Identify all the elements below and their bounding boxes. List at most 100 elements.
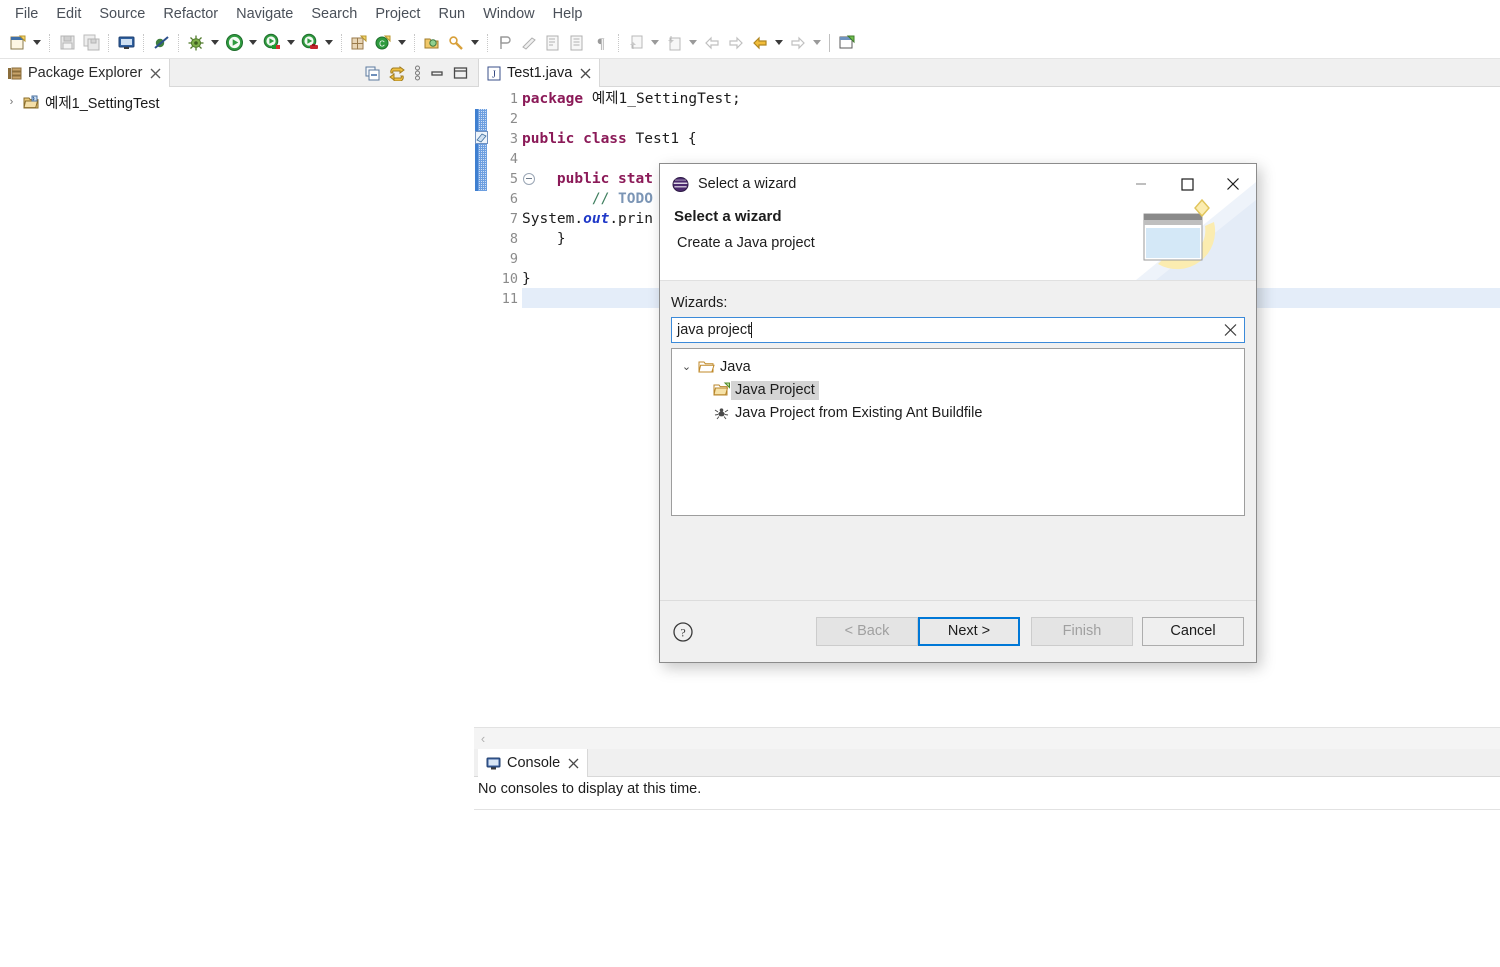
line-number: 7 xyxy=(509,211,518,227)
navigate-back-dropdown-icon[interactable] xyxy=(772,31,786,55)
code-line: public class Test1 { xyxy=(522,131,697,147)
tree-item-java[interactable]: ⌄ Java xyxy=(672,355,1244,378)
skip-breakpoints-icon[interactable] xyxy=(149,31,173,55)
close-icon[interactable] xyxy=(580,68,591,79)
tree-item-java-project[interactable]: Java Project xyxy=(672,378,1244,401)
debug-icon[interactable] xyxy=(184,31,208,55)
collapse-all-icon[interactable] xyxy=(365,66,380,81)
search-dropdown-icon[interactable] xyxy=(468,31,482,55)
new-wizard-dropdown-icon[interactable] xyxy=(30,31,44,55)
package-explorer-view: Package Explorer › 예제1_SettingTest xyxy=(0,59,474,967)
code-line: public stat xyxy=(556,171,653,187)
run-last-dropdown-icon[interactable] xyxy=(322,31,336,55)
chevron-right-icon[interactable]: › xyxy=(5,96,18,109)
menu-project[interactable]: Project xyxy=(366,2,429,26)
coverage-icon[interactable] xyxy=(260,31,284,55)
wizards-label: Wizards: xyxy=(671,295,728,311)
cancel-button[interactable]: Cancel xyxy=(1142,617,1244,646)
console-icon xyxy=(486,756,501,771)
list-item[interactable]: › 예제1_SettingTest xyxy=(0,91,474,113)
toolbar-separator xyxy=(341,33,342,52)
minimize-icon[interactable] xyxy=(430,66,444,80)
wizard-search-input[interactable]: java project xyxy=(671,317,1245,343)
console-message: No consoles to display at this time. xyxy=(478,781,702,797)
menu-file[interactable]: File xyxy=(6,2,47,26)
toolbar-separator xyxy=(829,33,830,52)
dialog-buttons: < Back Next > Finish Cancel xyxy=(816,617,1244,646)
package-explorer-icon xyxy=(7,66,22,81)
debug-dropdown-icon[interactable] xyxy=(208,31,222,55)
run-icon[interactable] xyxy=(222,31,246,55)
menu-run[interactable]: Run xyxy=(429,2,474,26)
occurrence-marker xyxy=(478,109,487,191)
line-number: 9 xyxy=(509,251,518,267)
open-perspective-icon[interactable] xyxy=(835,31,859,55)
run-last-tool-icon[interactable] xyxy=(298,31,322,55)
open-type-icon[interactable] xyxy=(420,31,444,55)
menu-navigate[interactable]: Navigate xyxy=(227,2,302,26)
search-icon[interactable] xyxy=(444,31,468,55)
line-number-ruler: 1 2 3 4 5 6 7 8 9 10 11 xyxy=(488,87,522,727)
main-toolbar: C ¶ xyxy=(0,27,1500,59)
toolbar-separator xyxy=(143,33,144,52)
package-explorer-toolbar xyxy=(365,59,468,87)
scroll-left-icon[interactable]: ‹ xyxy=(474,731,492,746)
editor-tab-label: Test1.java xyxy=(507,65,573,81)
coverage-dropdown-icon[interactable] xyxy=(284,31,298,55)
view-menu-icon[interactable] xyxy=(414,65,421,81)
todo-task-marker-icon[interactable] xyxy=(475,131,488,144)
package-explorer-tab-label: Package Explorer xyxy=(28,65,143,81)
svg-text:J: J xyxy=(492,69,496,80)
close-icon[interactable] xyxy=(568,758,579,769)
navigate-back-icon[interactable] xyxy=(748,31,772,55)
new-java-class-icon[interactable]: C xyxy=(371,31,395,55)
line-number: 3 xyxy=(509,131,518,147)
menu-window[interactable]: Window xyxy=(474,2,544,26)
tab-package-explorer[interactable]: Package Explorer xyxy=(0,59,171,87)
annotation-ruler[interactable] xyxy=(474,87,488,727)
editor-horizontal-scrollbar[interactable]: ‹ xyxy=(474,727,1500,749)
new-java-class-dropdown-icon[interactable] xyxy=(395,31,409,55)
menu-help[interactable]: Help xyxy=(544,2,592,26)
menu-search[interactable]: Search xyxy=(302,2,366,26)
tab-test1-java[interactable]: J Test1.java xyxy=(478,59,601,87)
tree-item-label: Java Project xyxy=(731,380,819,400)
maximize-icon[interactable] xyxy=(453,66,468,80)
tab-console[interactable]: Console xyxy=(478,749,589,777)
menu-refactor[interactable]: Refactor xyxy=(154,2,227,26)
pilcrow-icon: ¶ xyxy=(589,31,613,55)
menu-edit[interactable]: Edit xyxy=(47,2,90,26)
back-icon xyxy=(700,31,724,55)
chevron-down-icon[interactable]: ⌄ xyxy=(680,360,693,373)
new-java-console-icon[interactable] xyxy=(114,31,138,55)
next-button[interactable]: Next > xyxy=(918,617,1020,646)
run-dropdown-icon[interactable] xyxy=(246,31,260,55)
new-wizard-icon[interactable] xyxy=(6,31,30,55)
editor-tab-row: J Test1.java xyxy=(474,59,1500,87)
wizard-tree[interactable]: ⌄ Java Java Project Java Project from Ex… xyxy=(671,348,1245,516)
java-file-icon: J xyxy=(487,66,501,81)
line-number: 4 xyxy=(509,151,518,167)
help-icon[interactable]: ? xyxy=(672,621,694,643)
tree-item-label: Java xyxy=(720,358,751,375)
finish-button[interactable]: Finish xyxy=(1031,617,1133,646)
tree-item-ant-buildfile[interactable]: Java Project from Existing Ant Buildfile xyxy=(672,401,1244,424)
toolbar-separator xyxy=(178,33,179,52)
menu-source[interactable]: Source xyxy=(90,2,154,26)
link-with-editor-icon[interactable] xyxy=(389,65,405,81)
back-button[interactable]: < Back xyxy=(816,617,918,646)
dialog-title-text: Select a wizard xyxy=(698,176,797,192)
dialog-banner: Select a wizard Create a Java project xyxy=(660,182,1256,280)
close-icon[interactable] xyxy=(150,68,161,79)
svg-text:¶: ¶ xyxy=(598,36,605,52)
dialog-footer: ? < Back Next > Finish Cancel xyxy=(660,600,1256,662)
clear-icon[interactable] xyxy=(1224,324,1237,337)
code-line: // TODO xyxy=(591,191,653,207)
line-number: 5 xyxy=(509,171,518,187)
dialog-content: Wizards: java project ⌄ Java Java Projec… xyxy=(660,281,1256,600)
forward-icon xyxy=(724,31,748,55)
line-number: 8 xyxy=(509,231,518,247)
svg-text:?: ? xyxy=(680,625,685,639)
toolbar-separator xyxy=(414,33,415,52)
new-java-package-icon[interactable] xyxy=(347,31,371,55)
